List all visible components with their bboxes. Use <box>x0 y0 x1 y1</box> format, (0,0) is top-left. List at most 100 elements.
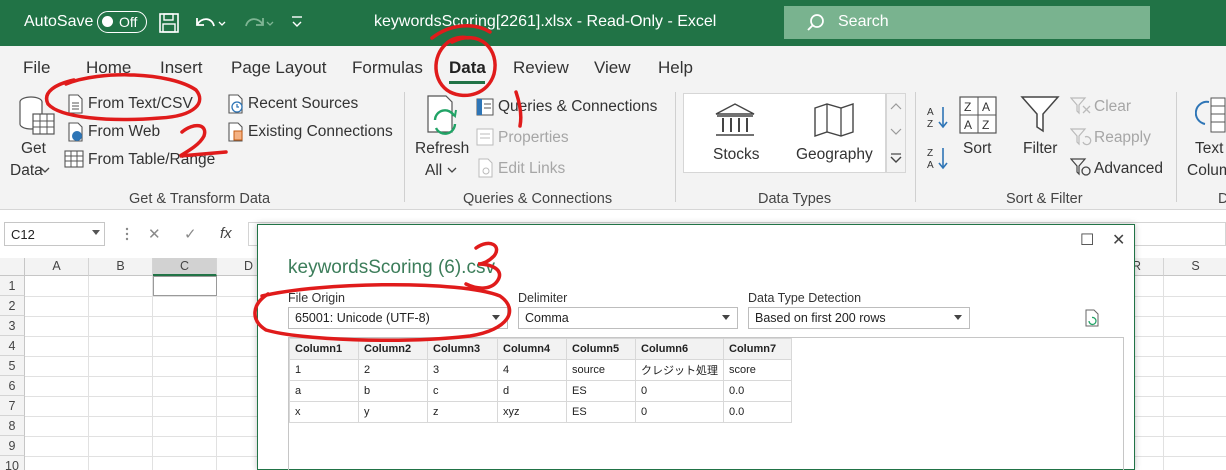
group-sort-filter-label: Sort & Filter <box>1006 191 1083 207</box>
tab-view[interactable]: View <box>594 58 631 78</box>
chevron-up-icon[interactable] <box>890 103 902 111</box>
insert-function-button[interactable]: fx <box>220 225 232 242</box>
save-icon[interactable] <box>158 12 180 34</box>
preview-cell: ES <box>566 380 636 402</box>
sort-icon: Z A A Z <box>959 96 997 134</box>
preview-cell: b <box>358 380 428 402</box>
tab-insert[interactable]: Insert <box>160 58 203 78</box>
text-to-columns-label-2[interactable]: Colum <box>1187 162 1226 180</box>
row-header-9[interactable]: 9 <box>0 436 25 456</box>
preview-column-header: Column6 <box>635 338 724 360</box>
preview-column-header: Column7 <box>723 338 792 360</box>
row-header-5[interactable]: 5 <box>0 356 25 376</box>
row-header-4[interactable]: 4 <box>0 336 25 356</box>
group-separator <box>675 92 676 202</box>
edit-links-button[interactable]: Edit Links <box>498 160 565 178</box>
recent-sources-button[interactable]: Recent Sources <box>248 95 358 113</box>
undo-icon[interactable] <box>192 12 226 34</box>
preview-cell: c <box>427 380 498 402</box>
tab-formulas[interactable]: Formulas <box>352 58 423 78</box>
customize-qat-icon[interactable] <box>290 14 304 30</box>
tab-home[interactable]: Home <box>86 58 131 78</box>
row-header-10[interactable]: 10 <box>0 456 25 470</box>
cell-c1[interactable] <box>153 276 217 296</box>
refresh-label-1[interactable]: Refresh <box>415 140 469 158</box>
column-header-b[interactable]: B <box>89 258 153 276</box>
from-text-csv-button[interactable]: From Text/CSV <box>88 95 193 113</box>
row-header-6[interactable]: 6 <box>0 376 25 396</box>
file-origin-value: 65001: Unicode (UTF-8) <box>295 311 430 325</box>
from-web-button[interactable]: From Web <box>88 123 160 141</box>
advanced-button[interactable]: Advanced <box>1094 160 1163 178</box>
chevron-down-icon <box>954 315 962 320</box>
preview-cell: クレジット処理 <box>635 359 724 381</box>
preview-cell: 0 <box>635 380 724 402</box>
tab-help[interactable]: Help <box>658 58 693 78</box>
chevron-down-icon <box>40 167 50 173</box>
get-data-label-2[interactable]: Data <box>10 162 43 180</box>
text-to-columns-label-1[interactable]: Text to <box>1195 140 1226 158</box>
enter-formula-button[interactable]: ✓ <box>184 225 197 243</box>
refresh-label-2[interactable]: All <box>425 162 442 180</box>
text-file-icon <box>68 94 83 114</box>
preview-column-header: Column5 <box>566 338 636 360</box>
tab-review[interactable]: Review <box>513 58 569 78</box>
queries-connections-button[interactable]: Queries & Connections <box>498 98 657 116</box>
preview-row: x y z xyz ES 0 0.0 <box>289 401 792 423</box>
preview-header-row: Column1 Column2 Column3 Column4 Column5 … <box>289 338 792 360</box>
filter-button[interactable]: Filter <box>1023 140 1057 158</box>
get-data-label-1[interactable]: Get <box>21 140 46 158</box>
column-header-c[interactable]: C <box>153 258 217 276</box>
preview-cell: 3 <box>427 359 498 381</box>
redo-icon[interactable] <box>240 12 274 34</box>
row-header-7[interactable]: 7 <box>0 396 25 416</box>
geography-button[interactable]: Geography <box>796 146 873 164</box>
preview-cell: 0.0 <box>723 401 792 423</box>
svg-text:Z: Z <box>982 118 989 132</box>
preview-cell: ES <box>566 401 636 423</box>
group-data-types-label: Data Types <box>758 191 832 207</box>
row-header-3[interactable]: 3 <box>0 316 25 336</box>
sort-z-a-icon[interactable]: Z A <box>926 145 950 171</box>
search-box[interactable]: Search <box>784 6 1150 39</box>
tab-file[interactable]: File <box>23 58 50 78</box>
properties-button[interactable]: Properties <box>498 129 569 147</box>
filter-icon <box>1020 96 1060 133</box>
svg-text:Z: Z <box>964 100 971 114</box>
tab-data[interactable]: Data <box>449 58 486 78</box>
close-icon[interactable]: ✕ <box>1112 230 1125 250</box>
preview-column-header: Column4 <box>497 338 567 360</box>
data-type-detection-select[interactable]: Based on first 200 rows <box>748 307 970 329</box>
gallery-more-icon[interactable] <box>890 152 902 164</box>
select-all-corner[interactable] <box>0 258 25 276</box>
file-origin-select[interactable]: 65001: Unicode (UTF-8) <box>288 307 508 329</box>
sort-a-z-icon[interactable]: A Z <box>926 104 950 130</box>
properties-icon <box>476 128 494 146</box>
chevron-down-icon[interactable] <box>890 128 902 136</box>
clear-button[interactable]: Clear <box>1094 98 1131 116</box>
stocks-button[interactable]: Stocks <box>713 146 760 164</box>
from-table-range-button[interactable]: From Table/Range <box>88 151 215 169</box>
cancel-formula-button[interactable]: ✕ <box>148 225 161 243</box>
column-header-a[interactable]: A <box>25 258 89 276</box>
data-type-detection-value: Based on first 200 rows <box>755 311 886 325</box>
name-box[interactable]: C12 <box>4 222 105 246</box>
row-header-1[interactable]: 1 <box>0 276 25 296</box>
column-header-s[interactable]: S <box>1164 258 1226 276</box>
row-header-8[interactable]: 8 <box>0 416 25 436</box>
group-separator <box>404 92 405 202</box>
refresh-preview-icon[interactable] <box>1084 309 1100 327</box>
preview-column-header: Column1 <box>289 338 359 360</box>
maximize-icon[interactable]: ☐ <box>1080 230 1094 250</box>
sort-button[interactable]: Sort <box>963 140 991 158</box>
row-header-2[interactable]: 2 <box>0 296 25 316</box>
reapply-button[interactable]: Reapply <box>1094 129 1151 147</box>
tab-page-layout[interactable]: Page Layout <box>231 58 326 78</box>
existing-connections-button[interactable]: Existing Connections <box>248 123 393 141</box>
excel-window: AutoSave Off keywordsScoring[2261].xlsx … <box>0 0 1226 470</box>
group-separator <box>1176 92 1177 202</box>
group-queries-label: Queries & Connections <box>463 191 613 207</box>
delimiter-select[interactable]: Comma <box>518 307 738 329</box>
queries-connections-icon <box>476 98 494 116</box>
autosave-toggle[interactable]: Off <box>97 11 147 33</box>
